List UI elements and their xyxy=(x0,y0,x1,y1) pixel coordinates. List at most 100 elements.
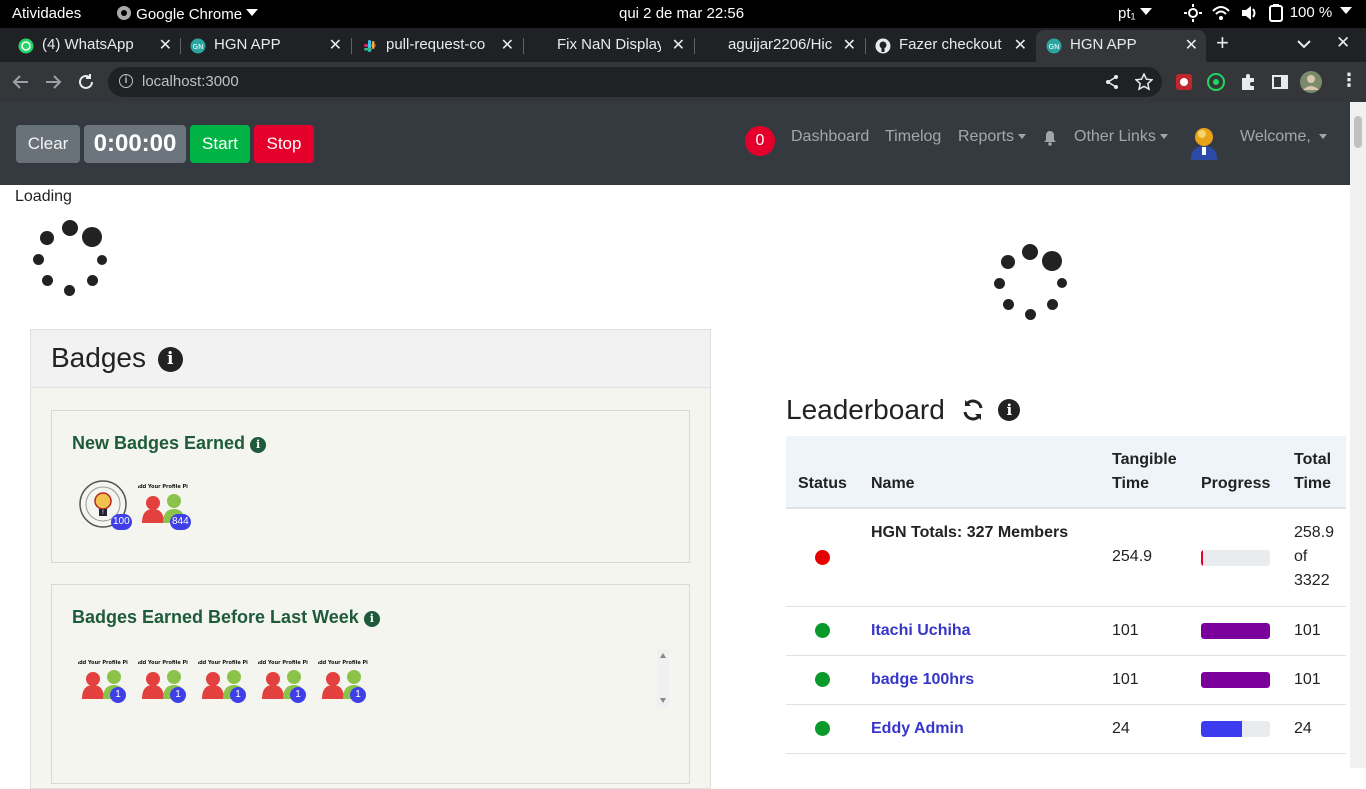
svg-text:Add Your Profile Pic: Add Your Profile Pic xyxy=(78,660,128,666)
col-total-line1: Total xyxy=(1294,451,1332,468)
window-close-icon[interactable]: ✕ xyxy=(1336,33,1350,53)
info-icon[interactable]: i xyxy=(998,399,1021,421)
scrollbar-thumb[interactable] xyxy=(1354,116,1362,148)
language-indicator[interactable]: pt₁ xyxy=(1118,5,1152,22)
badges-card-header: Badges i xyxy=(31,330,710,388)
clock[interactable]: qui 2 de mar 22:56 xyxy=(619,5,744,22)
forward-icon[interactable] xyxy=(44,73,62,91)
new-badges-title: New Badges Earned i xyxy=(72,433,267,454)
tab-label: Fix NaN Display xyxy=(557,36,661,53)
new-tab-icon[interactable]: + xyxy=(1216,30,1229,56)
timer-start-button[interactable]: Start xyxy=(190,125,250,163)
info-icon[interactable]: i xyxy=(250,437,267,453)
info-icon[interactable]: i xyxy=(157,347,183,372)
chrome-icon xyxy=(117,6,131,20)
scroll-up-icon[interactable] xyxy=(660,653,666,658)
close-icon[interactable]: ✕ xyxy=(329,35,342,55)
status-dot xyxy=(815,721,830,736)
chevron-down-icon xyxy=(1139,8,1152,15)
nav-welcome[interactable]: Welcome, xyxy=(1240,128,1328,146)
caret-down-icon xyxy=(1018,134,1027,140)
member-name-link[interactable]: Itachi Uchiha xyxy=(871,619,971,643)
progress-bar-fill xyxy=(1201,550,1204,566)
nav-reports[interactable]: Reports xyxy=(958,128,1027,146)
badges-card: Badges i New Badges Earned i ! 100 Add Y… xyxy=(30,329,711,789)
welcome-label: Welcome, xyxy=(1240,128,1311,145)
extension-red-icon[interactable] xyxy=(1175,73,1193,91)
loading-spinner xyxy=(990,242,1070,322)
site-info-icon[interactable]: i xyxy=(119,74,133,88)
leaderboard-totals-row: HGN Totals: 327 Members 254.9 258.9 of 3… xyxy=(786,511,1346,606)
wifi-icon xyxy=(1212,6,1230,21)
address-bar[interactable]: i localhost:3000 xyxy=(108,67,1162,97)
extension-green-icon[interactable] xyxy=(1207,73,1225,91)
tab-label: HGN APP xyxy=(214,36,281,53)
col-tangible-line1: Tangible xyxy=(1112,451,1177,468)
nav-dashboard[interactable]: Dashboard xyxy=(791,128,869,146)
tab-fix-nan[interactable]: Fix NaN Display ✕ xyxy=(523,30,693,62)
close-icon[interactable]: ✕ xyxy=(1185,35,1198,55)
close-icon[interactable]: ✕ xyxy=(159,35,172,55)
profile-avatar-icon[interactable] xyxy=(1300,71,1322,93)
badge-count: 100 xyxy=(111,514,132,530)
timer-stop-button[interactable]: Stop xyxy=(254,125,314,163)
badges-before-last-week-section: Badges Earned Before Last Week i Add You… xyxy=(51,584,690,784)
svg-text:Add Your Profile Pic: Add Your Profile Pic xyxy=(138,484,188,490)
col-status: Status xyxy=(798,475,847,492)
leaderboard-header-row: Status Name Tangible Time Progress Total… xyxy=(786,436,1346,509)
side-panel-icon[interactable] xyxy=(1271,73,1289,91)
tab-label: Fazer checkout xyxy=(899,36,1002,53)
app-menu[interactable]: Google Chrome xyxy=(116,5,259,23)
tab-hgn-app-active[interactable]: GN HGN APP ✕ xyxy=(1036,30,1206,62)
bell-icon[interactable] xyxy=(1043,130,1057,146)
leaderboard-title-text: Leaderboard xyxy=(786,394,945,425)
close-icon[interactable]: ✕ xyxy=(1014,35,1027,55)
loading-text: Loading xyxy=(15,188,72,205)
tab-slack[interactable]: pull-request-co ✕ xyxy=(352,30,522,62)
bookmark-star-icon[interactable] xyxy=(1135,73,1153,91)
badges-list-scrollbar[interactable] xyxy=(657,649,669,707)
info-icon[interactable]: i xyxy=(363,611,380,627)
activities-button[interactable]: Atividades xyxy=(12,5,81,22)
reload-icon[interactable] xyxy=(77,73,95,91)
member-tangible: 24 xyxy=(1112,720,1130,737)
share-icon[interactable] xyxy=(1104,74,1120,90)
browser-toolbar: i localhost:3000 ⋮ xyxy=(0,62,1366,102)
nav-other-links[interactable]: Other Links xyxy=(1074,128,1168,146)
tab-checkout[interactable]: Fazer checkout ✕ xyxy=(865,30,1035,62)
svg-text:!: ! xyxy=(102,509,104,516)
member-name-link[interactable]: badge 100hrs xyxy=(871,668,974,692)
notification-count-badge[interactable]: 0 xyxy=(745,126,775,156)
refresh-icon[interactable] xyxy=(961,398,985,422)
svg-text:Add Your Profile Pic: Add Your Profile Pic xyxy=(198,660,248,666)
hgn-icon: GN xyxy=(1046,38,1062,54)
extensions-puzzle-icon[interactable] xyxy=(1239,73,1257,91)
member-total: 101 xyxy=(1294,622,1321,639)
badges-before-title-text: Badges Earned Before Last Week xyxy=(72,607,359,627)
totals-name: HGN Totals: 327 Members xyxy=(871,524,1069,541)
tab-search-chevron-icon[interactable] xyxy=(1297,40,1311,49)
timer-clear-button[interactable]: Clear xyxy=(16,125,80,163)
col-progress: Progress xyxy=(1201,475,1271,492)
svg-text:GN: GN xyxy=(193,43,204,51)
badges-list: Add Your Profile Pic 1 Add Your Profile … xyxy=(72,649,670,707)
badge-count: 1 xyxy=(170,687,186,703)
close-icon[interactable]: ✕ xyxy=(843,35,856,55)
member-name-link[interactable]: Eddy Admin xyxy=(871,717,964,741)
github-icon xyxy=(875,38,891,54)
system-tray[interactable]: 100 % xyxy=(1184,4,1353,23)
tab-github-repo[interactable]: agujjar2206/Hic ✕ xyxy=(694,30,864,62)
browser-menu-icon[interactable]: ⋮ xyxy=(1340,70,1358,91)
tab-hgn-app[interactable]: GN HGN APP ✕ xyxy=(180,30,350,62)
close-icon[interactable]: ✕ xyxy=(672,35,685,55)
nav-timelog[interactable]: Timelog xyxy=(885,128,941,146)
scroll-down-icon[interactable] xyxy=(660,698,666,703)
user-avatar[interactable] xyxy=(1189,126,1219,160)
volume-icon xyxy=(1242,6,1256,21)
member-total: 24 xyxy=(1294,720,1312,737)
close-icon[interactable]: ✕ xyxy=(501,35,514,55)
back-icon[interactable] xyxy=(12,73,30,91)
page-scrollbar[interactable] xyxy=(1350,102,1366,768)
col-tangible-line2: Time xyxy=(1112,475,1150,492)
tab-whatsapp[interactable]: (4) WhatsApp ✕ xyxy=(8,30,180,62)
